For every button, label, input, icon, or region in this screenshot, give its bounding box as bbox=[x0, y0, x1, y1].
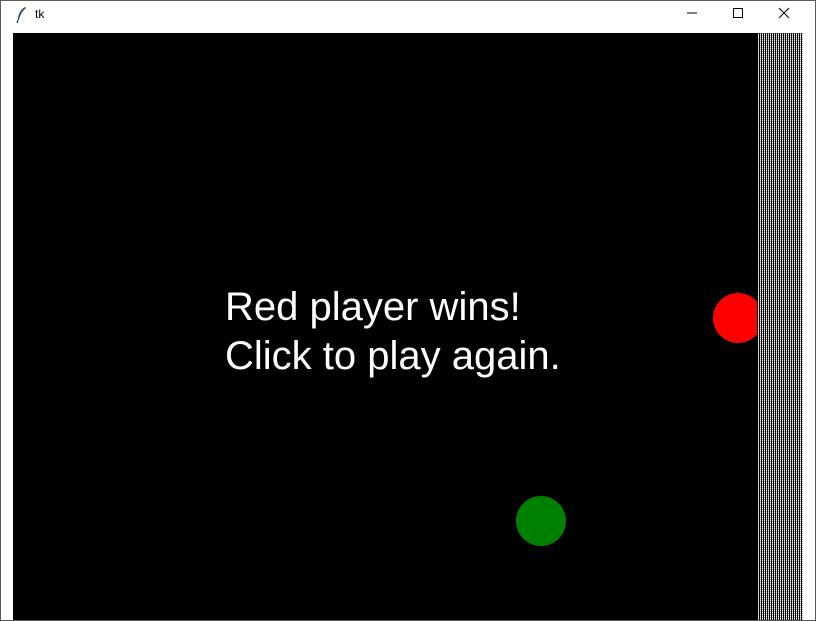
minimize-button[interactable] bbox=[669, 1, 715, 29]
green-player-ball bbox=[516, 496, 566, 546]
feather-icon bbox=[14, 6, 30, 24]
game-canvas[interactable]: Red player wins! Click to play again. bbox=[13, 33, 757, 620]
play-again-text: Click to play again. bbox=[225, 334, 561, 378]
title-bar[interactable]: tk bbox=[1, 1, 815, 29]
maximize-icon bbox=[732, 6, 744, 24]
window-title: tk bbox=[35, 7, 45, 21]
red-player-ball bbox=[713, 293, 757, 343]
close-icon bbox=[778, 6, 790, 24]
game-over-message: Red player wins! Click to play again. bbox=[225, 283, 561, 381]
minimize-icon bbox=[686, 6, 698, 24]
canvas-frame: Red player wins! Click to play again. bbox=[11, 31, 805, 620]
close-button[interactable] bbox=[761, 1, 807, 29]
app-window: tk Red player wins! Click to play again. bbox=[0, 0, 816, 621]
winner-text: Red player wins! bbox=[225, 285, 521, 329]
canvas-edge-strip bbox=[757, 33, 803, 620]
maximize-button[interactable] bbox=[715, 1, 761, 29]
